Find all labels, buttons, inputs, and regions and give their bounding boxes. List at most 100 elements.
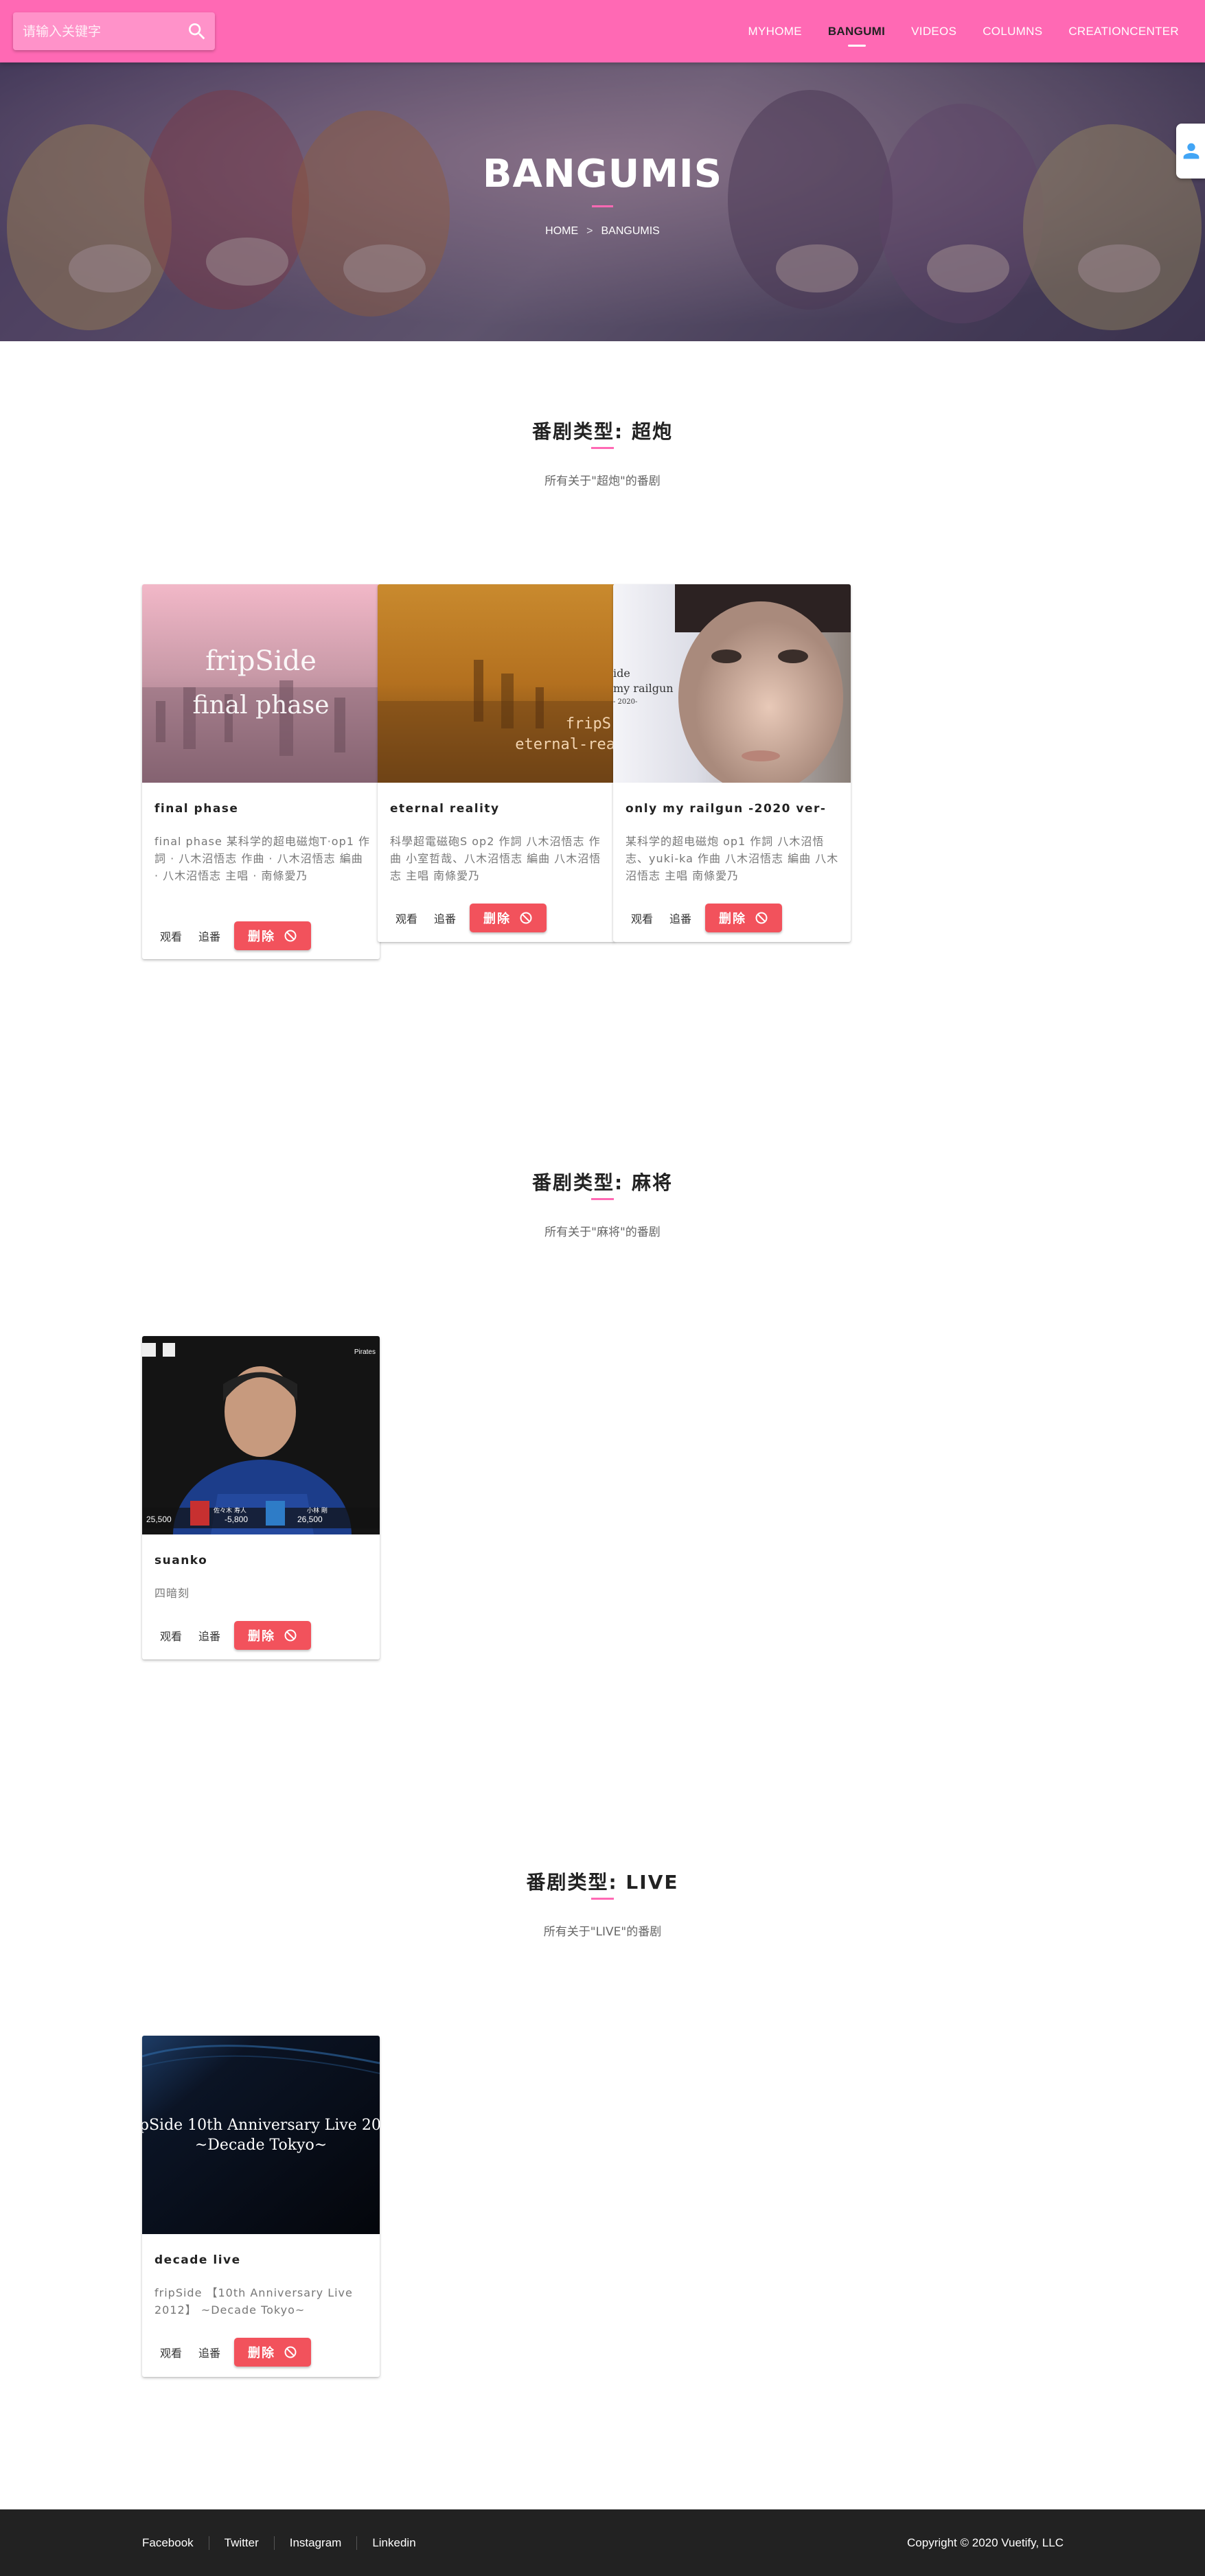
card-description: 某科学的超电磁炮 op1 作詞 八木沼悟志、yuki-ka 作曲 八木沼悟志 編… (626, 835, 839, 882)
follow-button[interactable]: 追番 (190, 2344, 229, 2360)
bangumi-card: Pirates 25,500 佐々木 寿人 -5,800 小林 剛 26,500… (142, 1336, 380, 1659)
watch-button[interactable]: 观看 (387, 910, 426, 926)
cancel-icon (520, 912, 532, 924)
card-title: suanko (154, 1554, 208, 1567)
nav-myhome[interactable]: MYHOME (748, 25, 802, 38)
thumbnail-subtext: my railgun (613, 682, 674, 695)
thumbnail-text: fripSide 10th Anniversary Live 2012 (142, 2117, 380, 2134)
footer-link-instagram[interactable]: Instagram (273, 2535, 357, 2550)
card-thumbnail[interactable]: fripSide 10th Anniversary Live 2012 ~Dec… (142, 2036, 380, 2234)
footer-link-facebook[interactable]: Facebook (135, 2536, 209, 2550)
cancel-icon (284, 930, 297, 942)
delete-label: 删除 (248, 930, 276, 944)
footer-link-twitter[interactable]: Twitter (208, 2535, 274, 2550)
follow-button[interactable]: 追番 (190, 1627, 229, 1644)
card-description: fripSide 【10th Anniversary Live 2012】 ~D… (154, 2286, 353, 2316)
card-thumbnail[interactable]: Pirates 25,500 佐々木 寿人 -5,800 小林 剛 26,500 (142, 1336, 380, 1534)
page-title: BANGUMIS (482, 152, 723, 196)
section-subtitle-railgun: 所有关于"超炮"的番剧 (544, 474, 661, 488)
bangumi-card: fripSide final phase final phase final p… (142, 584, 380, 959)
section-underline (591, 1898, 614, 1900)
card-title: decade live (154, 2253, 241, 2267)
thumbnail-subtext: - 2020- (613, 698, 637, 706)
delete-label: 删除 (483, 912, 512, 926)
section-title-railgun: 番剧类型: 超炮 (532, 420, 673, 443)
delete-button[interactable]: 删除 (470, 904, 547, 932)
thumbnail-text: fripS (566, 715, 611, 733)
section-title-mahjong: 番剧类型: 麻将 (532, 1171, 673, 1194)
delete-button[interactable]: 删除 (705, 904, 783, 932)
thumbnail-text: fripSide (205, 645, 317, 677)
delete-button[interactable]: 删除 (234, 921, 312, 950)
card-actions: 观看 追番 删除 (152, 921, 312, 951)
player-name-text: 佐々木 寿人 (214, 1506, 246, 1515)
user-account-button[interactable] (1176, 124, 1205, 179)
card-title: final phase (154, 802, 239, 816)
section-underline (591, 447, 614, 449)
thumbnail-subtext: final phase (192, 691, 329, 720)
delete-label: 删除 (719, 912, 747, 926)
account-icon (1183, 143, 1200, 159)
card-thumbnail[interactable]: fripS eternal-rea (378, 584, 615, 783)
nav-videos[interactable]: VIDEOS (911, 25, 956, 38)
breadcrumb-home[interactable]: HOME (545, 225, 578, 237)
score-text: -5,800 (225, 1515, 248, 1524)
bangumi-card: fripSide 10th Anniversary Live 2012 ~Dec… (142, 2036, 380, 2377)
bangumi-card: fripS eternal-rea eternal reality 科學超電磁砲… (378, 584, 615, 942)
delete-button[interactable]: 删除 (234, 1621, 312, 1650)
nav-creationcenter[interactable]: CREATIONCENTER (1068, 25, 1179, 38)
search-input[interactable] (13, 12, 178, 50)
score-text: 26,500 (297, 1515, 323, 1524)
main-nav: MYHOME BANGUMI VIDEOS COLUMNS CREATIONCE… (748, 0, 1179, 62)
follow-button[interactable]: 追番 (661, 910, 700, 926)
thumbnail-subtext: eternal-rea (515, 736, 615, 753)
thumbnail-text: ide (613, 667, 630, 680)
section-subtitle-mahjong: 所有关于"麻将"的番剧 (544, 1226, 661, 1239)
nav-bangumi[interactable]: BANGUMI (828, 25, 885, 47)
delete-label: 删除 (248, 2346, 276, 2360)
card-actions: 观看 追番 删除 (387, 903, 547, 933)
section-title-live: 番剧类型: LIVE (526, 1871, 679, 1894)
delete-label: 删除 (248, 1629, 276, 1644)
thumbnail-text: Pirates (354, 1348, 376, 1356)
player-name-text: 小林 剛 (307, 1506, 328, 1515)
cancel-icon (755, 912, 768, 924)
section-subtitle-live: 所有关于"LIVE"的番剧 (543, 1925, 662, 1939)
breadcrumb-separator: > (586, 225, 593, 237)
card-actions: 观看 追番 删除 (152, 2337, 312, 2367)
search-box (13, 12, 215, 50)
cancel-icon (284, 2346, 297, 2358)
section-underline (591, 1198, 614, 1200)
hero-banner: BANGUMIS HOME > BANGUMIS (0, 62, 1205, 341)
search-icon[interactable] (186, 21, 208, 43)
card-actions: 观看 追番 删除 (623, 903, 783, 933)
watch-button[interactable]: 观看 (152, 928, 190, 944)
card-thumbnail[interactable]: ide my railgun - 2020- (613, 584, 851, 783)
card-description: final phase 某科学的超电磁炮T·op1 作詞 · 八木沼悟志 作曲 … (154, 835, 370, 882)
breadcrumb: HOME > BANGUMIS (0, 225, 1205, 238)
card-description: 四暗刻 (154, 1587, 190, 1600)
footer-link-linkedin[interactable]: Linkedin (356, 2535, 431, 2550)
thumbnail-subtext: ~Decade Tokyo~ (195, 2137, 327, 2154)
score-text: 25,500 (146, 1515, 172, 1524)
title-underline (592, 205, 613, 207)
footer: Facebook Twitter Instagram Linkedin Copy… (0, 2509, 1205, 2576)
cancel-icon (284, 1629, 297, 1642)
delete-button[interactable]: 删除 (234, 2338, 312, 2367)
breadcrumb-current: BANGUMIS (601, 225, 660, 237)
follow-button[interactable]: 追番 (190, 928, 229, 944)
bangumi-card: ide my railgun - 2020- only my railgun -… (613, 584, 851, 942)
copyright: Copyright © 2020 Vuetify, LLC (907, 2536, 1064, 2549)
card-actions: 观看 追番 删除 (152, 1620, 312, 1651)
nav-columns[interactable]: COLUMNS (983, 25, 1042, 38)
hero-overlay (0, 62, 1205, 341)
watch-button[interactable]: 观看 (623, 910, 661, 926)
follow-button[interactable]: 追番 (426, 910, 464, 926)
watch-button[interactable]: 观看 (152, 1627, 190, 1644)
card-title: eternal reality (390, 802, 500, 816)
footer-links: Facebook Twitter Instagram Linkedin (135, 2509, 431, 2576)
card-thumbnail[interactable]: fripSide final phase (142, 584, 380, 783)
watch-button[interactable]: 观看 (152, 2344, 190, 2360)
card-title: only my railgun -2020 ver- (626, 802, 827, 816)
top-app-bar: MYHOME BANGUMI VIDEOS COLUMNS CREATIONCE… (0, 0, 1205, 62)
